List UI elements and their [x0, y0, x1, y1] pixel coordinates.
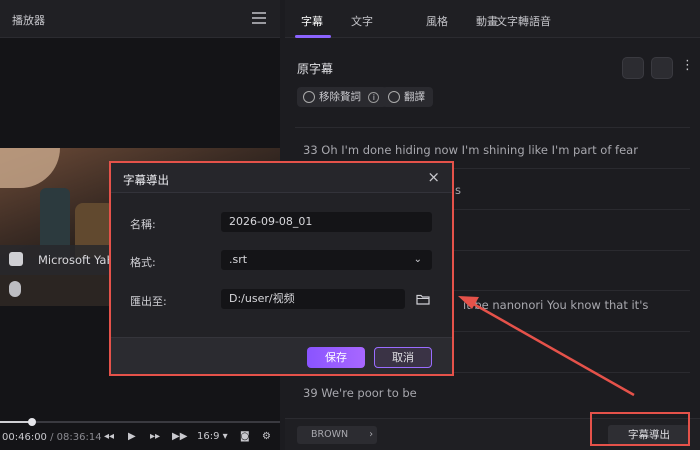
next-frame-icon[interactable]: ▸▸ [150, 431, 160, 443]
remove-fillers-label: 移除贅詞 [319, 91, 361, 103]
folder-icon[interactable] [416, 294, 430, 305]
target-icon[interactable] [651, 57, 673, 79]
current-time: 00:46:00 [2, 432, 47, 443]
active-tab-indicator [295, 35, 331, 38]
path-label: 匯出至: [130, 295, 167, 308]
subtitle-row[interactable]: 39 We're poor to be [303, 386, 417, 400]
export-highlight-box [590, 412, 690, 446]
remove-fillers-button[interactable]: 移除贅詞 i [297, 87, 388, 107]
remove-fillers-icon [303, 91, 315, 103]
subtitle-row[interactable]: s [455, 183, 461, 197]
aspect-ratio-value: 16:9 [197, 431, 220, 442]
chevron-right-icon: › [369, 429, 373, 440]
close-icon[interactable]: × [427, 169, 440, 185]
tab-text[interactable]: 文字 [351, 13, 373, 29]
translate-label: 翻譯 [404, 91, 425, 103]
format-label: 格式: [130, 256, 156, 269]
progress-track[interactable] [0, 421, 280, 423]
name-label: 名稱: [130, 218, 156, 231]
tab-style[interactable]: 風格 [426, 13, 448, 29]
total-time: 08:36:14 [56, 432, 102, 443]
player-header: 播放器 [0, 0, 280, 38]
subtitle-row[interactable]: it be nanonori You know that it's [463, 298, 648, 312]
subtitle-size-handle[interactable] [9, 281, 21, 297]
dialog-title: 字幕導出 [123, 173, 169, 187]
search-doc-icon[interactable] [622, 57, 644, 79]
snapshot-icon[interactable]: ◙ [240, 431, 250, 443]
subtitle-checkbox[interactable] [9, 252, 23, 266]
play-icon[interactable]: ▶ [128, 431, 136, 443]
translate-icon [388, 91, 400, 103]
menu-icon[interactable] [252, 12, 266, 24]
style-preset-label: BROWN [311, 429, 349, 440]
tab-bar: 字幕 文字 風格 動畫 文字轉語音 [285, 0, 700, 38]
progress-handle[interactable] [28, 418, 36, 426]
dialog-header: 字幕導出 × [111, 163, 452, 193]
info-icon[interactable]: i [368, 91, 380, 103]
tab-animation[interactable]: 動畫 [476, 13, 498, 29]
format-select[interactable]: .srt ⌄ [221, 250, 432, 270]
list-divider [295, 127, 690, 128]
export-dialog: 字幕導出 × 名稱: 2026-09-08_01 格式: .srt ⌄ 匯出至:… [111, 163, 452, 374]
settings-icon[interactable]: ⚙ [262, 431, 271, 443]
style-preset-chip[interactable]: BROWN › [297, 426, 377, 444]
playback-controls: 00:46:00 / 08:36:14 ◂◂ ▶ ▸▸ ▶▶ 16:9 ▾ ◙ … [0, 428, 280, 448]
fast-forward-icon[interactable]: ▶▶ [172, 431, 187, 443]
time-display: 00:46:00 / 08:36:14 [2, 432, 102, 443]
cancel-button[interactable]: 取消 [374, 347, 432, 368]
name-value: 2026-09-08_01 [229, 215, 313, 228]
tab-subtitle[interactable]: 字幕 [301, 13, 323, 29]
section-title: 原字幕 [297, 62, 334, 76]
path-value: D:/user/视频 [229, 292, 295, 305]
tab-text-to-speech[interactable]: 文字轉語音 [496, 13, 551, 29]
path-field[interactable]: D:/user/视频 [221, 289, 405, 309]
subtitle-row[interactable]: 33 Oh I'm done hiding now I'm shining li… [303, 143, 638, 157]
previous-frame-icon[interactable]: ◂◂ [104, 431, 114, 443]
dialog-footer: 保存 取消 [111, 337, 452, 374]
save-button[interactable]: 保存 [307, 347, 365, 368]
translate-button[interactable]: 翻譯 [382, 87, 433, 107]
time-separator: / [50, 432, 54, 443]
more-icon[interactable]: ⋮ [681, 58, 694, 73]
name-field[interactable]: 2026-09-08_01 [221, 212, 432, 232]
aspect-ratio-select[interactable]: 16:9 ▾ [197, 431, 228, 443]
format-value: .srt [229, 253, 248, 266]
player-title: 播放器 [12, 14, 45, 27]
chevron-down-icon: ⌄ [413, 254, 422, 265]
